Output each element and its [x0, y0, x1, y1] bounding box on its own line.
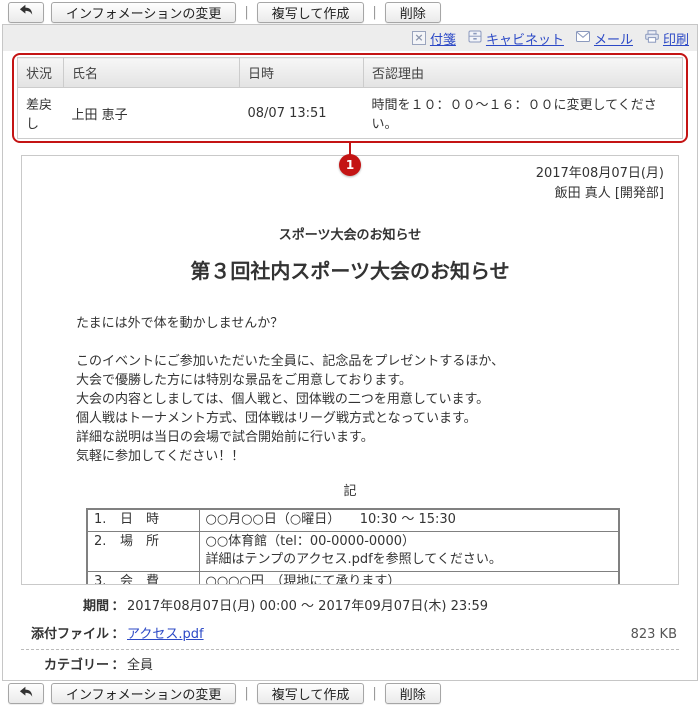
attachment-label: 添付ファイル: [21, 623, 109, 642]
change-information-button[interactable]: インフォメーションの変更: [51, 2, 236, 23]
period-label: 期間: [21, 595, 109, 614]
body-line: このイベントにご参加いただいた全員に、記念品をプレゼントするほか、: [76, 352, 664, 371]
row-value: ○○○○円 （現地にて承ります）: [206, 573, 613, 585]
sticky-note-link[interactable]: × 付箋: [412, 29, 456, 48]
body-line: 大会の内容としましては、個人戦と、団体戦の二つを用意しています。: [76, 390, 664, 409]
attachment-row: 添付ファイル ： アクセス.pdf 823 KB: [21, 619, 679, 650]
approval-annotation-zone: 状況 氏名 日時 否認理由 差戻し 上田 恵子 08/07 13:51 時間を１…: [12, 53, 688, 143]
back-button[interactable]: [8, 2, 44, 23]
sticky-note-label: 付箋: [430, 29, 456, 48]
info-row-place: 2.場 所 ○○体育館（tel：00-0000-0000） 詳細はテンプのアクセ…: [87, 532, 619, 572]
details-section: 期間 ： 2017年08月07日(月) 00:00 ～ 2017年09月07日(…: [21, 591, 679, 681]
toolbar-separator: |: [243, 5, 249, 20]
row-value: 詳細はテンプのアクセス.pdfを参照してください。: [206, 551, 613, 569]
print-link[interactable]: 印刷: [645, 29, 689, 48]
sticky-note-icon: ×: [412, 31, 426, 45]
period-value: 2017年08月07日(月) 00:00 ～ 2017年09月07日(木) 23…: [127, 595, 679, 614]
change-information-button[interactable]: インフォメーションの変更: [51, 683, 236, 704]
row-label: 日 時: [120, 512, 159, 527]
event-info-table: 1.日 時 ○○月○○日（○曜日） 10:30 ～ 15:30 2.場 所 ○○…: [86, 508, 620, 585]
category-row: カテゴリー ： 全員: [21, 650, 679, 678]
document-author: 飯田 真人 [開発部]: [36, 184, 664, 204]
back-button[interactable]: [8, 683, 44, 704]
print-label: 印刷: [663, 29, 689, 48]
attachment-file-link[interactable]: アクセス.pdf: [127, 623, 204, 642]
row-value: ○○月○○日（○曜日） 10:30 ～ 15:30: [206, 511, 613, 529]
category-value: 全員: [127, 654, 679, 673]
toolbar-separator: |: [243, 686, 249, 701]
category-label: カテゴリー: [21, 654, 109, 673]
annotation-number-badge: 1: [339, 154, 361, 176]
status-column-header: 状況: [18, 58, 64, 88]
action-links-bar: × 付箋 キャビネット メール 印刷: [3, 25, 697, 51]
row-number: 2.: [94, 533, 120, 551]
approval-data-row: 差戻し 上田 恵子 08/07 13:51 時間を１０：００～１６：００に変更し…: [18, 88, 683, 139]
cabinet-icon: [468, 30, 482, 47]
approval-header-row: 状況 氏名 日時 否認理由: [18, 58, 683, 88]
datetime-column-header: 日時: [240, 58, 364, 88]
bottom-toolbar: インフォメーションの変更 | 複写して作成 | 削除: [0, 681, 700, 705]
mail-label: メール: [594, 29, 633, 48]
body-line: 大会で優勝した方には特別な景品をご用意しております。: [76, 371, 664, 390]
printer-icon: [645, 30, 659, 47]
back-arrow-icon: [19, 686, 33, 702]
body-line: たまには外で体を動かしませんか？: [76, 314, 664, 333]
document-subtitle: スポーツ大会のお知らせ: [36, 224, 664, 243]
back-arrow-icon: [19, 4, 33, 20]
cabinet-link[interactable]: キャビネット: [468, 29, 564, 48]
reason-column-header: 否認理由: [364, 58, 683, 88]
top-toolbar: インフォメーションの変更 | 複写して作成 | 削除: [0, 0, 700, 24]
body-line: 個人戦はトーナメント方式、団体戦はリーグ戦方式となっています。: [76, 409, 664, 428]
attachment-file-size: 823 KB: [631, 627, 679, 642]
main-panel: × 付箋 キャビネット メール 印刷: [2, 24, 698, 681]
toolbar-separator: |: [371, 5, 377, 20]
status-cell: 差戻し: [18, 88, 64, 139]
row-number: 1.: [94, 511, 120, 529]
row-value: ○○体育館（tel：00-0000-0000）: [206, 533, 613, 551]
row-label: 場 所: [120, 534, 159, 549]
delete-button[interactable]: 削除: [385, 683, 441, 704]
name-cell: 上田 恵子: [64, 88, 240, 139]
cabinet-label: キャビネット: [486, 29, 564, 48]
mail-link[interactable]: メール: [576, 29, 633, 48]
copy-create-button[interactable]: 複写して作成: [257, 683, 365, 704]
remark-marker: 記: [36, 480, 664, 499]
body-line: 気軽に参加してください！！: [76, 447, 664, 466]
approval-status-table: 状況 氏名 日時 否認理由 差戻し 上田 恵子 08/07 13:51 時間を１…: [17, 57, 683, 139]
announcement-document: 2017年08月07日(月) 飯田 真人 [開発部] スポーツ大会のお知らせ 第…: [21, 155, 679, 585]
body-line: 詳細な説明は当日の会場で試合開始前に行います。: [76, 428, 664, 447]
row-number: 3.: [94, 573, 120, 585]
info-row-datetime: 1.日 時 ○○月○○日（○曜日） 10:30 ～ 15:30: [87, 509, 619, 532]
annotation-highlight-box: 状況 氏名 日時 否認理由 差戻し 上田 恵子 08/07 13:51 時間を１…: [12, 53, 688, 143]
info-row-fee: 3.会 費 ○○○○円 （現地にて承ります）: [87, 572, 619, 586]
period-row: 期間 ： 2017年08月07日(月) 00:00 ～ 2017年09月07日(…: [21, 591, 679, 619]
name-column-header: 氏名: [64, 58, 240, 88]
datetime-cell: 08/07 13:51: [240, 88, 364, 139]
toolbar-separator: |: [371, 686, 377, 701]
copy-create-button[interactable]: 複写して作成: [257, 2, 365, 23]
document-body: たまには外で体を動かしませんか？ このイベントにご参加いただいた全員に、記念品を…: [76, 314, 664, 466]
row-label: 会 費: [120, 574, 159, 585]
body-line: [76, 333, 664, 352]
envelope-icon: [576, 31, 590, 46]
reason-cell: 時間を１０：００～１６：００に変更してください。: [364, 88, 683, 139]
document-title: 第３回社内スポーツ大会のお知らせ: [36, 255, 664, 284]
delete-button[interactable]: 削除: [385, 2, 441, 23]
